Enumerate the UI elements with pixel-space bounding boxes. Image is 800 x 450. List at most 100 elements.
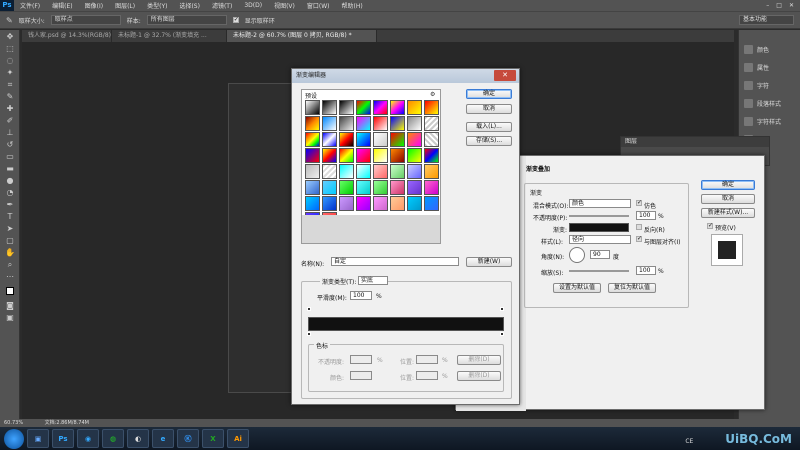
panel-color[interactable]: 颜色 [739,40,800,58]
preset-swatch[interactable] [305,132,320,147]
dither-checkbox[interactable] [636,200,642,206]
eraser-tool-icon[interactable]: ▭ [3,151,17,162]
workspace-select[interactable]: 基本功能 [739,15,794,25]
reverse-checkbox[interactable] [636,224,642,230]
ls-opacity-slider[interactable] [569,215,629,217]
preset-swatch[interactable] [322,116,337,131]
lasso-tool-icon[interactable]: ◌ [3,55,17,66]
preset-swatch[interactable] [339,132,354,147]
preset-swatch[interactable] [390,100,405,115]
color-stop-right[interactable] [500,332,504,336]
preset-swatch[interactable] [356,100,371,115]
preset-swatch[interactable] [424,132,439,147]
preset-swatch[interactable] [322,164,337,179]
sample-size-select[interactable]: 取样点 [50,15,121,25]
scale-slider[interactable] [569,270,629,272]
preset-swatch[interactable] [424,148,439,163]
preset-swatch[interactable] [356,148,371,163]
preset-swatch[interactable] [339,100,354,115]
preset-swatch[interactable] [305,196,320,211]
ls-ok-button[interactable]: 确定 [701,180,755,190]
history-brush-icon[interactable]: ↺ [3,139,17,150]
preset-swatch[interactable] [322,100,337,115]
opacity-stop-left[interactable] [307,307,311,311]
ge-cancel-button[interactable]: 取消 [466,104,512,114]
gradient-preview[interactable] [569,223,629,232]
taskbar-app-icon[interactable]: Ⓚ [177,429,199,448]
preset-swatch[interactable] [373,132,388,147]
blend-mode-select[interactable]: 颜色 [569,199,631,208]
menu-window[interactable]: 窗口(W) [301,1,336,10]
save-button[interactable]: 存储(S)... [466,136,512,146]
preset-swatch[interactable] [356,132,371,147]
preset-swatch[interactable] [424,116,439,131]
preset-swatch[interactable] [424,164,439,179]
preset-swatch[interactable] [322,148,337,163]
preset-swatch[interactable] [407,180,422,195]
scale-field[interactable]: 100 [636,266,656,275]
preset-swatch[interactable] [424,196,439,211]
menu-edit[interactable]: 编辑(E) [46,1,78,10]
stop-location-field[interactable] [416,355,438,364]
preset-swatch[interactable] [305,116,320,131]
preset-swatch[interactable] [407,116,422,131]
align-layer-checkbox[interactable] [636,236,642,242]
preset-swatch[interactable] [339,164,354,179]
menu-3d[interactable]: 3D(D) [238,2,268,9]
preset-swatch[interactable] [407,164,422,179]
preset-swatch[interactable] [390,180,405,195]
reset-default-button[interactable]: 复位为默认值 [608,283,656,293]
preset-swatch[interactable] [373,164,388,179]
preset-swatch[interactable] [407,100,422,115]
preset-swatch[interactable] [390,196,405,211]
shape-tool-icon[interactable]: ▢ [3,235,17,246]
color-swatches-icon[interactable] [3,283,17,299]
tab-doc-3[interactable]: 未标题-2 @ 60.7% (图层 0 拷贝, RGB/8) * [227,30,377,42]
preset-swatch[interactable] [407,132,422,147]
gradient-tool-icon[interactable]: ▬ [3,163,17,174]
brush-tool-icon[interactable]: ✐ [3,115,17,126]
blur-tool-icon[interactable]: ● [3,175,17,186]
close-icon[interactable]: ✕ [789,2,794,9]
taskbar-app-icon[interactable]: ▣ [27,429,49,448]
path-select-icon[interactable]: ➤ [3,223,17,234]
panel-properties[interactable]: 属性 [739,58,800,76]
delete-opacity-stop-button[interactable]: 删除(D) [457,355,501,365]
new-style-button[interactable]: 新建样式(W)... [701,208,755,218]
preset-swatch[interactable] [390,148,405,163]
preset-swatch[interactable] [339,180,354,195]
panel-character[interactable]: 字符 [739,76,800,94]
type-tool-icon[interactable]: T [3,211,17,222]
layers-panel-title[interactable]: 图层 [621,137,769,147]
taskbar-photoshop-icon[interactable]: Ps [52,429,74,448]
menu-type[interactable]: 类型(Y) [141,1,173,10]
tray-text[interactable]: CE [685,438,693,445]
tab-doc-1[interactable]: 钱人家.psd @ 14.3%(RGB/8) [22,30,112,42]
panel-character-styles[interactable]: 字符样式 [739,112,800,130]
zoom-level[interactable]: 60.73% [4,420,23,426]
preset-swatch[interactable] [305,164,320,179]
preset-swatch[interactable] [407,148,422,163]
preset-swatch[interactable] [373,180,388,195]
stop-opacity-field[interactable] [350,355,372,364]
preset-swatch[interactable] [373,196,388,211]
preset-swatch[interactable] [390,116,405,131]
name-input[interactable]: 自定 [331,257,459,266]
preset-swatch[interactable] [390,132,405,147]
start-button[interactable] [4,428,24,449]
more-tools-icon[interactable]: ⋯ [3,271,17,282]
menu-file[interactable]: 文件(F) [14,1,46,10]
taskbar-ie-icon[interactable]: e [152,429,174,448]
new-gradient-button[interactable]: 新建(W) [466,257,512,267]
set-default-button[interactable]: 设置为默认值 [553,283,601,293]
preset-swatch[interactable] [322,196,337,211]
dialog-close-icon[interactable]: ✕ [494,70,516,81]
quick-mask-icon[interactable]: ◙ [3,300,17,311]
angle-field[interactable]: 90 [590,250,610,259]
taskbar-illustrator-icon[interactable]: Ai [227,429,249,448]
preset-swatch[interactable] [373,116,388,131]
color-stop-left[interactable] [307,332,311,336]
preset-swatch[interactable] [305,100,320,115]
delete-color-stop-button[interactable]: 删除(D) [457,371,501,381]
taskbar-wechat-icon[interactable]: ◍ [102,429,124,448]
